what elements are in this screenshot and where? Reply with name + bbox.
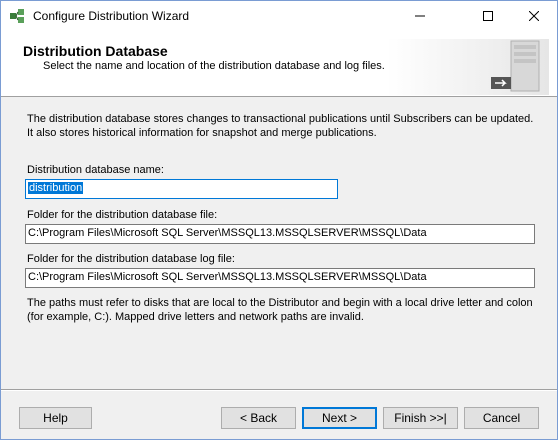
- data-folder-label: Folder for the distribution database fil…: [27, 209, 218, 221]
- wizard-window: Configure Distribution Wizard Distributi…: [0, 0, 558, 440]
- close-button[interactable]: [511, 1, 557, 31]
- distribution-server-icon: [489, 37, 541, 95]
- maximize-icon: [483, 11, 493, 21]
- finish-button[interactable]: Finish >>|: [383, 407, 458, 429]
- cancel-button[interactable]: Cancel: [464, 407, 539, 429]
- window-title: Configure Distribution Wizard: [33, 9, 190, 23]
- db-name-value: distribution: [28, 182, 84, 194]
- description-text: The distribution database stores changes…: [27, 113, 534, 139]
- next-button[interactable]: Next >: [302, 407, 377, 429]
- minimize-icon: [415, 15, 425, 17]
- wizard-app-icon: [9, 8, 25, 24]
- log-folder-label: Folder for the distribution database log…: [27, 253, 235, 265]
- title-bar[interactable]: Configure Distribution Wizard: [1, 1, 557, 31]
- maximize-button[interactable]: [465, 1, 511, 31]
- page-title: Distribution Database: [23, 43, 168, 59]
- back-button[interactable]: < Back: [221, 407, 296, 429]
- help-button[interactable]: Help: [19, 407, 92, 429]
- data-folder-input[interactable]: C:\Program Files\Microsoft SQL Server\MS…: [25, 224, 535, 244]
- minimize-button[interactable]: [397, 1, 443, 31]
- db-name-input[interactable]: distribution: [25, 179, 338, 199]
- log-folder-input[interactable]: C:\Program Files\Microsoft SQL Server\MS…: [25, 268, 535, 288]
- close-icon: [529, 11, 539, 21]
- page-subtitle: Select the name and location of the dist…: [43, 60, 385, 72]
- path-note-text: The paths must refer to disks that are l…: [27, 297, 533, 323]
- db-name-label: Distribution database name:: [27, 164, 164, 176]
- footer-divider: [1, 389, 557, 391]
